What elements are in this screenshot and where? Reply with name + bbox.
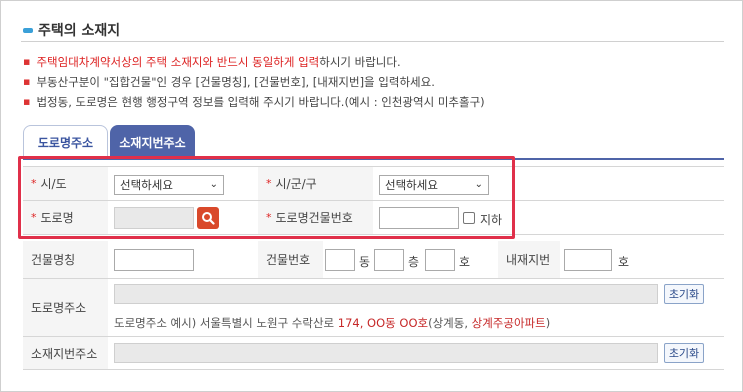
bldgname-label-cell: 건물명칭 [23,241,108,278]
road-name-input[interactable] [114,207,194,229]
title-divider [21,41,724,42]
required-mark: * [266,177,272,190]
required-mark: * [31,177,37,190]
notice-text: 부동산구분이 "집합건물"인 경우 [건물명칭], [건물번호], [내재지번]… [36,75,435,89]
sigungu-select[interactable]: 선택하세요 ⌄ [379,175,489,195]
tab-road-address[interactable]: 도로명주소 [23,125,108,158]
form-row-region: * 시/도 선택하세요 ⌄ * 시/군/구 선택하세요 ⌄ [23,166,724,201]
search-icon [202,212,215,225]
example-mid: (상계동, [428,316,472,330]
bullet-icon: ▪ [23,95,31,108]
floor-input[interactable] [374,249,404,271]
road-label-cell: * 도로명 [23,201,108,234]
road-search-button[interactable] [197,207,219,229]
section-header: 주택의 소재지 [23,20,120,40]
sigungu-label-cell: * 시/군/구 [258,167,373,200]
roadaddr-label-cell: 도로명주소 [23,279,108,336]
sido-label: 시/도 [40,177,67,191]
bldgname-label: 건물명칭 [31,253,76,267]
ho-unit: 호 [459,255,471,269]
building-name-input[interactable] [114,249,194,271]
example-suffix: ) [545,316,551,330]
tab-lot-address[interactable]: 소재지번주소 [110,125,195,158]
form-row-building: 건물명칭 건물번호 동 층 호 내재지번 호 [23,241,724,279]
notice-item: ▪ 부동산구분이 "집합건물"인 경우 [건물명칭], [건물번호], [내재지… [23,72,485,92]
basement-label: 지하 [480,213,503,227]
bullet-icon: ▪ [23,75,31,88]
inner-lot-input[interactable] [564,249,612,271]
required-mark: * [266,211,272,224]
dong-unit: 동 [359,255,371,269]
notice-emphasis: 주택임대차계약서상의 주택 소재지와 반드시 동일하게 입력 [36,55,320,69]
inner-unit: 호 [618,255,630,269]
lot-address-field [114,343,658,363]
section-title: 주택의 소재지 [38,23,121,39]
notice-text: 하시기 바랍니다. [319,55,401,69]
chevron-down-icon: ⌄ [209,179,218,190]
dong-input[interactable] [325,249,355,271]
bldgnum-label: 건물번호 [266,253,311,267]
basement-checkbox[interactable] [463,212,475,224]
ho-input[interactable] [425,249,455,271]
floor-unit: 층 [408,255,420,269]
title-bullet-icon [23,27,33,33]
inner-label-cell: 내재지번 [498,241,560,278]
bldgno-label-cell: * 도로명건물번호 [258,201,373,234]
address-panel: 주택의 소재지 ▪ 주택임대차계약서상의 주택 소재지와 반드시 동일하게 입력… [0,0,743,392]
notice-text: 법정동, 도로명은 현행 행정구역 정보를 입력해 주시기 바랍니다.(예시 :… [36,95,485,109]
address-tabs: 도로명주소 소재지번주소 [23,125,197,158]
bldgnum-label-cell: 건물번호 [258,241,323,278]
building-number-input[interactable] [379,207,459,229]
form-row-road: * 도로명 * 도로명건물번호 지하 [23,201,724,235]
sido-select-value: 선택하세요 [120,178,173,192]
notice-item: ▪ 주택임대차계약서상의 주택 소재지와 반드시 동일하게 입력 하시기 바랍니… [23,52,485,72]
road-address-reset-button[interactable]: 초기화 [664,284,704,304]
roadaddr-label: 도로명주소 [31,301,87,315]
tab-underline [23,158,724,160]
lotaddr-label-cell: 소재지번주소 [23,337,108,369]
road-address-field [114,284,658,304]
sigungu-label: 시/군/구 [275,177,317,191]
notice-item: ▪ 법정동, 도로명은 현행 행정구역 정보를 입력해 주시기 바랍니다.(예시… [23,92,485,112]
example-prefix: 도로명주소 예시) 서울특별시 노원구 수락산로 [114,316,338,330]
road-address-example: 도로명주소 예시) 서울특별시 노원구 수락산로 174, OO동 OO호(상계… [114,315,550,331]
bldgno-label: 도로명건물번호 [275,211,353,225]
lot-address-reset-button[interactable]: 초기화 [664,343,704,363]
bullet-icon: ▪ [23,55,31,68]
example-highlight-1: 174, OO동 OO호 [337,316,429,330]
required-mark: * [31,211,37,224]
lotaddr-label: 소재지번주소 [31,346,98,361]
example-highlight-2: 상계주공아파트 [471,316,546,330]
chevron-down-icon: ⌄ [474,179,483,190]
form-row-lot-address: 소재지번주소 초기화 [23,337,724,370]
inner-label: 내재지번 [506,253,551,267]
road-label: 도로명 [40,211,74,225]
sido-select[interactable]: 선택하세요 ⌄ [114,175,224,195]
sido-label-cell: * 시/도 [23,167,108,200]
sigungu-select-value: 선택하세요 [385,178,438,192]
notice-list: ▪ 주택임대차계약서상의 주택 소재지와 반드시 동일하게 입력 하시기 바랍니… [23,52,485,112]
